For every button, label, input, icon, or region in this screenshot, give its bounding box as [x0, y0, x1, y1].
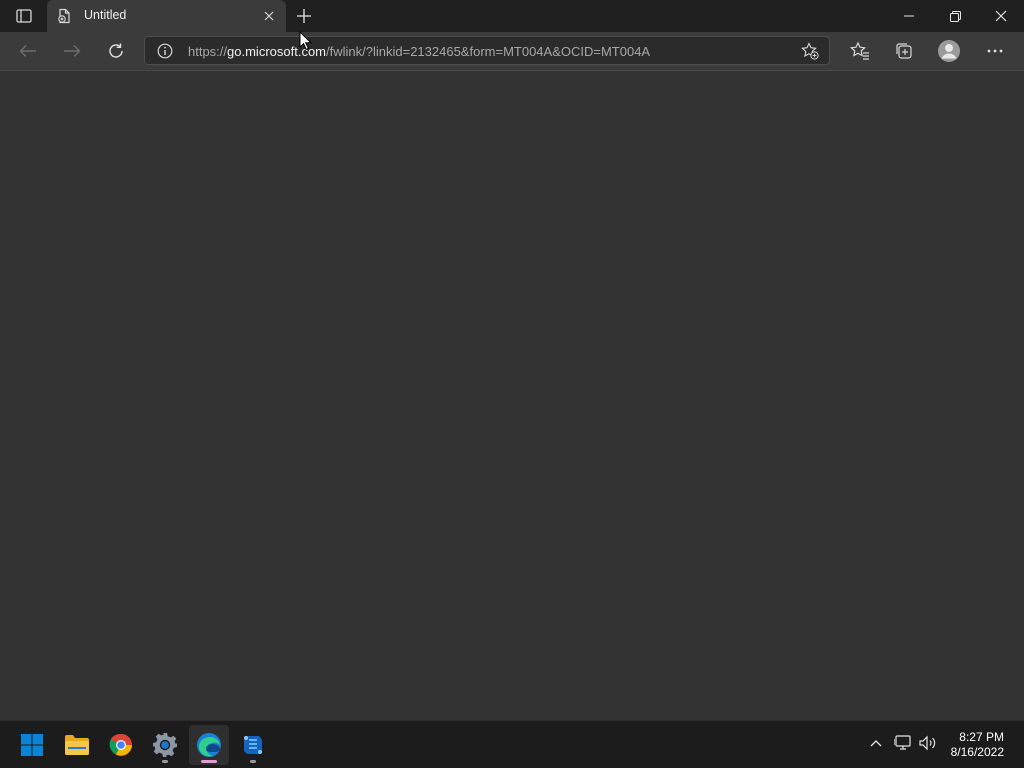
restore-button[interactable] — [932, 0, 978, 32]
minimize-icon — [904, 15, 914, 17]
plus-icon — [297, 9, 311, 23]
address-url[interactable]: https://go.microsoft.com/fwlink/?linkid=… — [188, 44, 650, 59]
ads-running-indicator — [250, 760, 256, 763]
more-icon[interactable] — [983, 39, 1007, 63]
mouse-cursor-icon — [299, 30, 313, 51]
taskbar: 8:27 PM 8/16/2022 — [0, 720, 1024, 768]
tab-bar: Untitled — [0, 0, 1024, 32]
azure-data-studio-icon — [244, 736, 262, 754]
start-button[interactable] — [12, 725, 52, 765]
back-button[interactable] — [14, 37, 42, 65]
page-content[interactable] — [0, 71, 1024, 720]
system-clock[interactable]: 8:27 PM 8/16/2022 — [951, 730, 1004, 760]
network-icon[interactable] — [893, 733, 913, 753]
url-scheme: https:// — [188, 44, 228, 59]
tab-close-icon[interactable] — [261, 8, 277, 24]
chevron-up-icon[interactable] — [866, 733, 886, 753]
forward-button[interactable] — [58, 37, 86, 65]
browser-window: Untitled https://go.microsoft.com/fwlink… — [0, 0, 1024, 720]
tab-untitled[interactable]: Untitled — [47, 0, 286, 32]
restore-icon — [949, 10, 961, 22]
settings-running-indicator — [162, 760, 168, 763]
gear-icon — [153, 733, 177, 757]
forward-arrow-icon — [64, 45, 81, 57]
edge-icon — [197, 733, 221, 757]
azure-data-studio-button[interactable] — [233, 725, 273, 765]
minimize-button[interactable] — [886, 0, 932, 32]
edge-active-indicator — [201, 760, 217, 763]
volume-icon[interactable] — [918, 733, 938, 753]
url-path: /fwlink/?linkid=2132465&form=MT004A&OCID… — [326, 44, 651, 59]
info-icon[interactable] — [157, 43, 173, 59]
favorites-icon[interactable] — [848, 39, 872, 63]
collections-icon[interactable] — [892, 39, 916, 63]
tab-actions-icon[interactable] — [10, 7, 38, 25]
address-bar[interactable]: https://go.microsoft.com/fwlink/?linkid=… — [144, 36, 830, 65]
close-window-button[interactable] — [978, 0, 1024, 32]
folder-icon — [65, 735, 89, 755]
new-tab-button[interactable] — [293, 5, 315, 27]
clock-time: 8:27 PM — [959, 730, 1004, 744]
close-icon — [995, 10, 1007, 22]
browser-toolbar: https://go.microsoft.com/fwlink/?linkid=… — [0, 32, 1024, 71]
chrome-icon — [109, 733, 132, 756]
profile-icon[interactable] — [937, 39, 961, 63]
settings-button[interactable] — [145, 725, 185, 765]
clock-date: 8/16/2022 — [950, 745, 1004, 759]
star-add-icon[interactable] — [801, 42, 819, 60]
tab-title: Untitled — [84, 8, 127, 22]
windows-logo-icon — [21, 734, 43, 756]
chrome-button[interactable] — [101, 725, 141, 765]
refresh-icon — [109, 43, 123, 58]
page-error-icon — [56, 8, 72, 24]
back-arrow-icon — [19, 45, 36, 57]
edge-button[interactable] — [189, 725, 229, 765]
file-explorer-button[interactable] — [57, 725, 97, 765]
refresh-button[interactable] — [102, 37, 130, 65]
